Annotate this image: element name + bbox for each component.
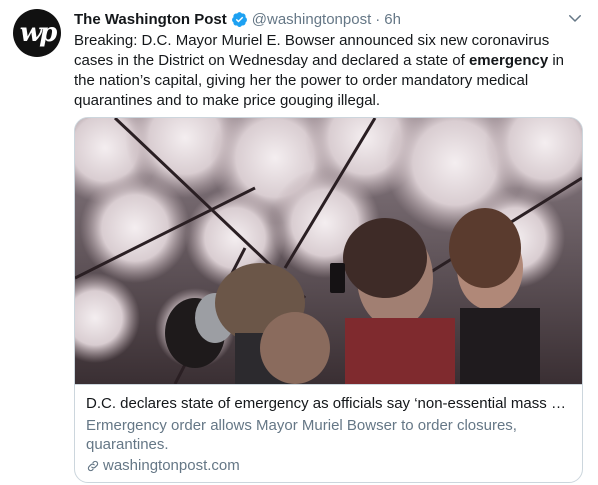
link-card-body[interactable]: D.C. declares state of emergency as offi… <box>75 384 582 482</box>
tweet-header: The Washington Post @washingtonpost · 6h <box>74 9 401 29</box>
chevron-down-icon[interactable] <box>566 9 584 27</box>
timestamp[interactable]: 6h <box>384 11 401 28</box>
link-card-description: Ermergency order allows Mayor Muriel Bow… <box>86 417 517 453</box>
verified-badge-icon <box>231 11 247 27</box>
link-card-domain-text[interactable]: washingtonpost.com <box>103 456 240 475</box>
separator-dot: · <box>375 10 381 28</box>
cherry-blossom-crowd-photo[interactable] <box>75 118 582 384</box>
tweet-text-highlight: emergency <box>468 52 549 69</box>
link-card-domain[interactable]: washingtonpost.com <box>86 456 571 475</box>
author-name[interactable]: The Washington Post <box>74 11 227 28</box>
link-card-title[interactable]: D.C. declares state of emergency as offi… <box>86 394 571 413</box>
avatar[interactable]: wp <box>13 9 61 57</box>
author-handle[interactable]: @washingtonpost <box>252 11 371 28</box>
link-icon <box>87 460 99 471</box>
link-card[interactable]: D.C. declares state of emergency as offi… <box>74 117 583 483</box>
tweet-text: Breaking: D.C. Mayor Muriel E. Bowser an… <box>74 31 584 111</box>
